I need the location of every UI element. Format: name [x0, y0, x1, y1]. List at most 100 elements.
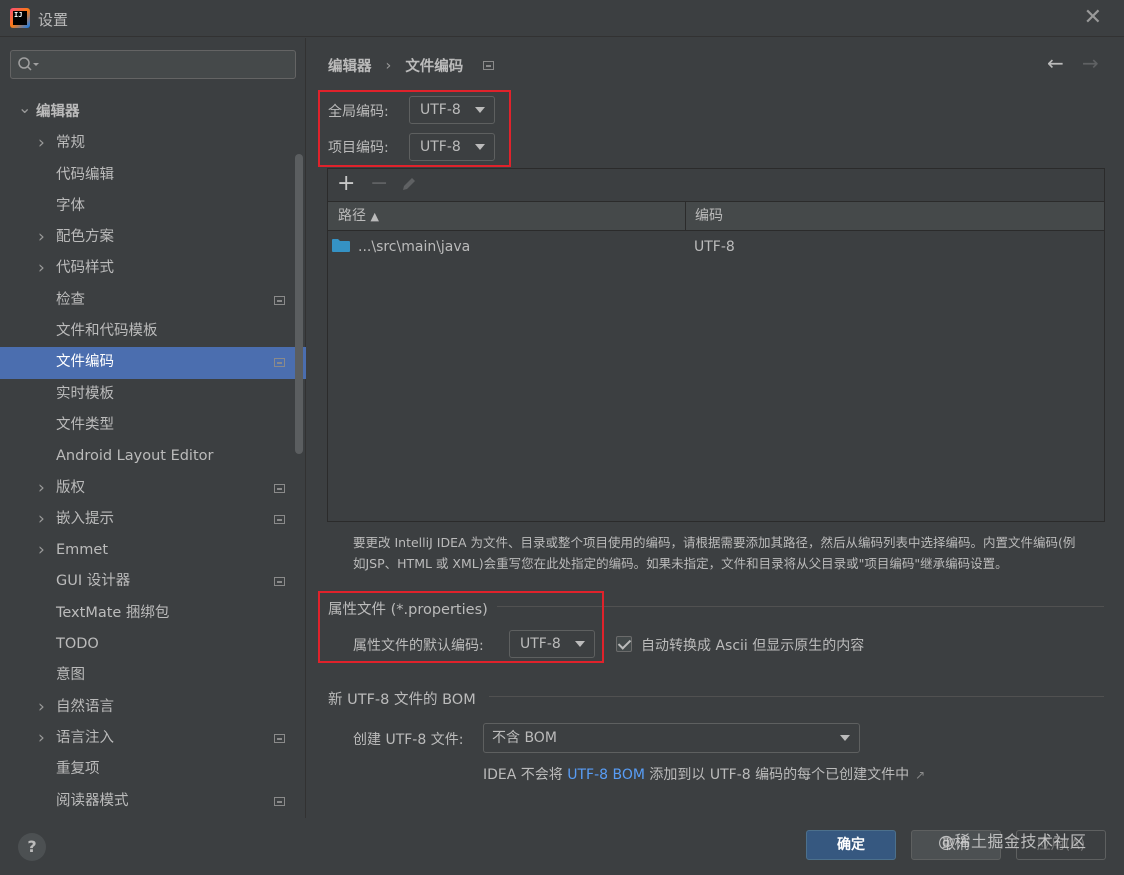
bom-info: IDEA 不会将 UTF-8 BOM 添加到以 UTF-8 编码的每个已创建文件… [483, 764, 925, 784]
sidebar-item[interactable]: 阅读器模式 [0, 786, 306, 817]
chevron-right-icon[interactable]: › [38, 473, 45, 504]
project-scope-icon [274, 577, 285, 587]
sidebar-item[interactable]: Android Layout Editor [0, 441, 306, 472]
sidebar-item[interactable]: › Emmet [0, 535, 306, 566]
sidebar-item[interactable]: 实时模板 [0, 379, 306, 410]
description-line: 如JSP、HTML 或 XML)会重写您在此处指定的编码。如果未指定，文件和目录… [353, 556, 1008, 571]
sidebar-item[interactable]: › 自然语言 [0, 692, 306, 723]
sidebar-item[interactable]: › 嵌入提示 [0, 504, 306, 535]
main-panel: 编辑器 › 文件编码 ← → 全局编码: UTF-8 项目编码: UTF-8 +… [307, 38, 1124, 818]
bom-section-title: 新 UTF-8 文件的 BOM [328, 692, 476, 708]
watermark: @稀土掘金技术社区 [938, 832, 1087, 851]
sidebar-item[interactable]: › 代码样式 [0, 253, 306, 284]
bom-info-text: IDEA 不会将 [483, 767, 568, 783]
breadcrumb-parent[interactable]: 编辑器 [328, 55, 372, 76]
path-cell: ...\src\main\java [358, 239, 471, 255]
sidebar-item[interactable]: 代码编辑 [0, 160, 306, 191]
bom-value: 不含 BOM [492, 730, 557, 746]
breadcrumb-current: 文件编码 [405, 59, 464, 75]
table-header: 路径 ▲ 编码 [328, 201, 1104, 231]
project-scope-icon [274, 733, 285, 743]
chevron-down-icon [840, 735, 850, 741]
sidebar-item[interactable]: TextMate 捆绑包 [0, 598, 306, 629]
window-title: 设置 [38, 11, 69, 29]
sidebar-item-label: 实时模板 [56, 385, 114, 402]
title-bar: IJ 设置 ✕ [0, 0, 1124, 37]
project-scope-icon [274, 295, 285, 305]
sidebar-item[interactable]: 文件编码 [0, 347, 306, 379]
sidebar-item[interactable]: › 常规 [0, 128, 306, 159]
encoding-description: 要更改 IntelliJ IDEA 为文件、目录或整个项目使用的编码，请根据需要… [353, 532, 1113, 574]
sidebar-item[interactable]: 重复项 [0, 754, 306, 785]
sidebar-item-label: 常规 [56, 135, 85, 152]
search-icon [18, 57, 39, 71]
arrow-right-icon: → [1082, 51, 1099, 75]
sidebar-item[interactable]: › 配色方案 [0, 222, 306, 253]
table-body: ...\src\main\java UTF-8 [328, 231, 1104, 521]
search-input[interactable] [10, 50, 296, 79]
remove-button: − [370, 171, 389, 196]
sidebar-item[interactable]: 检查 [0, 285, 306, 316]
folder-icon [332, 239, 350, 252]
project-scope-icon [274, 796, 285, 806]
sidebar-item-label: 配色方案 [56, 229, 114, 246]
chevron-right-icon[interactable]: › [38, 692, 45, 723]
sidebar-item-label: 文件类型 [56, 416, 114, 433]
sidebar-item[interactable]: 文件类型 [0, 410, 306, 441]
sidebar-item-label: 语言注入 [56, 729, 114, 746]
close-icon[interactable]: ✕ [1084, 6, 1102, 30]
sidebar-item-label: 文件和代码模板 [56, 323, 158, 340]
ok-button[interactable]: 确定 [806, 830, 896, 860]
project-scope-icon [274, 514, 285, 524]
project-scope-icon [274, 358, 285, 368]
sidebar-item-label: 版权 [56, 479, 85, 496]
column-divider [685, 202, 686, 230]
sidebar-item-label: 重复项 [56, 761, 100, 778]
chevron-right-icon[interactable]: › [38, 128, 45, 159]
breadcrumb: 编辑器 › 文件编码 [328, 55, 495, 76]
bom-select[interactable]: 不含 BOM [483, 723, 860, 753]
bom-info-text: 添加到以 UTF-8 编码的每个已创建文件中 [644, 767, 910, 783]
utf8-bom-link[interactable]: UTF-8 BOM [567, 767, 645, 783]
sidebar-item[interactable]: ⌄ 编辑器 [0, 97, 306, 128]
native-to-ascii-checkbox[interactable] [616, 636, 632, 652]
encoding-cell[interactable]: UTF-8 [694, 231, 735, 263]
sidebar-item[interactable]: › 版权 [0, 473, 306, 504]
settings-sidebar: ⌄ 编辑器 › 常规 代码编辑 字体 › 配色方案 › 代码样式 检查 文件和代码模板 文件编码 实时模板… [0, 38, 306, 818]
path-encoding-table: + − 路径 ▲ 编码 ...\src\main\java UTF-8 [327, 168, 1105, 522]
sidebar-item-label: TODO [56, 636, 99, 653]
sidebar-item-label: 文件编码 [56, 354, 114, 371]
sidebar-item-label: TextMate 捆绑包 [56, 604, 170, 621]
sidebar-scrollbar[interactable] [295, 154, 303, 454]
chevron-right-icon[interactable]: › [38, 222, 45, 253]
sidebar-item[interactable]: 意图 [0, 660, 306, 691]
annotation-highlight [318, 591, 604, 663]
chevron-right-icon[interactable]: › [38, 723, 45, 754]
intellij-idea-icon: IJ [10, 8, 30, 28]
sidebar-item-label: Emmet [56, 542, 109, 559]
description-line: 要更改 IntelliJ IDEA 为文件、目录或整个项目使用的编码，请根据需要… [353, 535, 1076, 550]
column-header-path[interactable]: 路径 ▲ [338, 202, 379, 230]
chevron-right-icon[interactable]: › [38, 535, 45, 566]
chevron-right-icon[interactable]: › [38, 504, 45, 535]
sidebar-item-label: 代码样式 [56, 260, 114, 277]
table-toolbar: + − [328, 169, 1104, 201]
sidebar-item[interactable]: 文件和代码模板 [0, 316, 306, 347]
sidebar-item[interactable]: › 语言注入 [0, 723, 306, 754]
column-header-encoding[interactable]: 编码 [695, 202, 723, 230]
sidebar-item[interactable]: GUI 设计器 [0, 566, 306, 597]
native-to-ascii-label[interactable]: 自动转换成 Ascii 但显示原生的内容 [641, 635, 864, 655]
sidebar-item[interactable]: TODO [0, 629, 306, 660]
external-link-icon[interactable]: ↗ [915, 768, 925, 782]
sidebar-item-label: 自然语言 [56, 698, 114, 715]
chevron-down-icon[interactable]: ⌄ [18, 92, 31, 123]
annotation-highlight [318, 90, 511, 167]
table-row[interactable]: ...\src\main\java UTF-8 [328, 231, 1104, 263]
arrow-left-icon[interactable]: ← [1047, 51, 1064, 75]
help-button[interactable]: ? [18, 833, 46, 861]
add-button[interactable]: + [337, 172, 355, 196]
sidebar-item-label: GUI 设计器 [56, 573, 131, 590]
sidebar-item[interactable]: 字体 [0, 191, 306, 222]
chevron-right-icon[interactable]: › [38, 253, 45, 284]
create-utf8-label: 创建 UTF-8 文件: [353, 732, 464, 748]
